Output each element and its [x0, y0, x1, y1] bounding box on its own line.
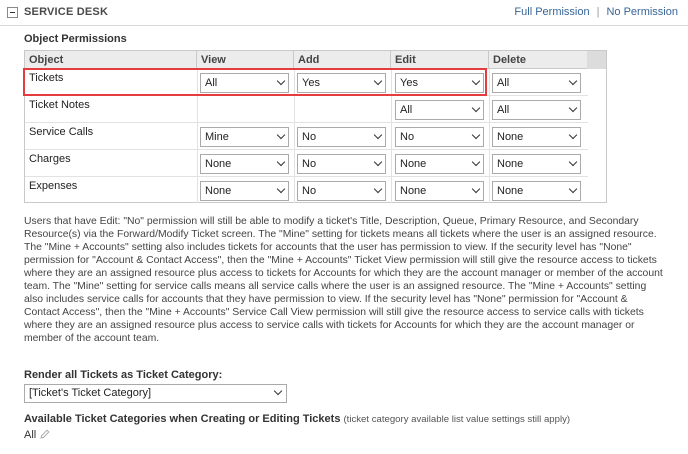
select-value: None [497, 131, 524, 143]
pencil-icon[interactable] [40, 429, 50, 439]
charges-add-select[interactable]: No [297, 154, 386, 174]
expenses-edit-select[interactable]: None [395, 181, 484, 201]
header-filler [587, 51, 606, 69]
row-label: Service Calls [29, 126, 94, 138]
chevron-down-icon [276, 184, 286, 194]
section-header: SERVICE DESK Full Permission | No Permissi… [0, 0, 688, 26]
service-calls-edit-select[interactable]: No [395, 127, 484, 147]
ticket-notes-edit-select[interactable]: All [395, 100, 484, 120]
table-row-charges: Charges None No None None [25, 150, 588, 177]
full-permission-link[interactable]: Full Permission [514, 6, 589, 18]
select-value: None [497, 185, 524, 197]
available-categories-value: All [24, 429, 37, 441]
expenses-delete-select[interactable]: None [492, 181, 581, 201]
select-value: No [302, 158, 317, 170]
section-title: SERVICE DESK [24, 6, 109, 18]
table-row-ticket-notes: Ticket Notes All All [25, 96, 588, 123]
chevron-down-icon [373, 184, 383, 194]
link-separator: | [596, 6, 600, 18]
collapse-icon[interactable] [7, 7, 18, 18]
chevron-down-icon [568, 76, 578, 86]
select-value: No [400, 131, 415, 143]
chevron-down-icon [273, 386, 283, 396]
help-text: Users that have Edit: "No" permission wi… [24, 216, 663, 344]
service-calls-delete-select[interactable]: None [492, 127, 581, 147]
charges-edit-select[interactable]: None [395, 154, 484, 174]
table-header: Object View Add Edit Delete [25, 51, 606, 69]
column-header-add: Add [294, 51, 391, 69]
column-header-delete: Delete [489, 51, 588, 69]
available-categories-label: Available Ticket Categories when Creatin… [24, 413, 570, 425]
chevron-down-icon [373, 130, 383, 140]
service-calls-view-select[interactable]: Mine [200, 127, 289, 147]
charges-delete-select[interactable]: None [492, 154, 581, 174]
select-value: [Ticket's Ticket Category] [29, 387, 152, 399]
row-label: Charges [29, 153, 71, 165]
charges-view-select[interactable]: None [200, 154, 289, 174]
select-value: None [497, 158, 524, 170]
tickets-row-highlight [23, 68, 487, 96]
chevron-down-icon [471, 157, 481, 167]
select-value: All [497, 77, 510, 89]
select-value: All [497, 104, 510, 116]
chevron-down-icon [568, 157, 578, 167]
row-label: Expenses [29, 180, 78, 192]
column-header-edit: Edit [391, 51, 489, 69]
table-row-service-calls: Service Calls Mine No No None [25, 123, 588, 150]
chevron-down-icon [276, 157, 286, 167]
chevron-down-icon [373, 157, 383, 167]
select-value: Mine [205, 131, 229, 143]
select-value: No [302, 131, 317, 143]
render-category-select[interactable]: [Ticket's Ticket Category] [24, 384, 287, 403]
row-label: Ticket Notes [29, 99, 90, 111]
tickets-delete-select[interactable]: All [492, 73, 581, 93]
select-value: None [205, 185, 232, 197]
select-value: None [400, 185, 427, 197]
available-categories-note: (ticket category available list value se… [343, 414, 571, 425]
select-value: None [205, 158, 232, 170]
available-categories-title: Available Ticket Categories when Creatin… [24, 413, 341, 425]
column-header-object: Object [25, 51, 197, 69]
select-value: None [400, 158, 427, 170]
expenses-view-select[interactable]: None [200, 181, 289, 201]
chevron-down-icon [471, 130, 481, 140]
select-value: No [302, 185, 317, 197]
permission-links: Full Permission | No Permission [514, 6, 678, 18]
chevron-down-icon [471, 103, 481, 113]
chevron-down-icon [568, 130, 578, 140]
chevron-down-icon [568, 184, 578, 194]
service-calls-add-select[interactable]: No [297, 127, 386, 147]
expenses-add-select[interactable]: No [297, 181, 386, 201]
chevron-down-icon [276, 130, 286, 140]
select-value: All [400, 104, 413, 116]
available-categories-value-row: All [24, 429, 50, 441]
chevron-down-icon [471, 184, 481, 194]
ticket-notes-delete-select[interactable]: All [492, 100, 581, 120]
chevron-down-icon [568, 103, 578, 113]
render-category-label: Render all Tickets as Ticket Category: [24, 369, 223, 381]
object-permissions-heading: Object Permissions [24, 33, 127, 45]
column-header-view: View [197, 51, 294, 69]
no-permission-link[interactable]: No Permission [606, 6, 678, 18]
table-row-expenses: Expenses None No None None [25, 177, 588, 204]
